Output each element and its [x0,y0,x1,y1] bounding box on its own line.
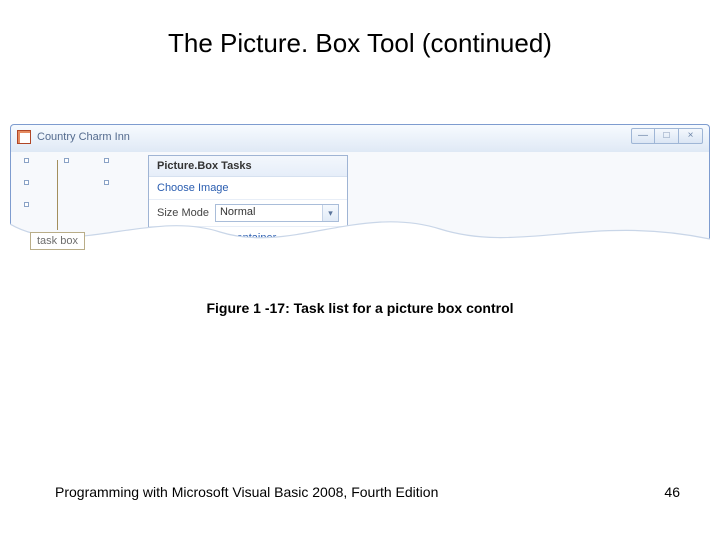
choose-image-link[interactable]: Choose Image [149,177,347,200]
size-mode-value: Normal [216,205,322,221]
selection-handle[interactable] [64,158,69,163]
minimize-button[interactable]: — [631,128,655,144]
selection-handle[interactable] [24,180,29,185]
app-icon [17,130,31,144]
selection-handle[interactable] [104,158,109,163]
page-number: 46 [664,484,680,500]
slide-title: The Picture. Box Tool (continued) [0,0,720,59]
callout-label: task box [30,232,85,250]
app-window-body [10,152,710,252]
picturebox-tasks-panel: Picture.Box Tasks Choose Image Size Mode… [148,155,348,250]
size-mode-row: Size Mode Normal ▾ [149,200,347,227]
selection-handle[interactable] [24,202,29,207]
figure-caption: Figure 1 -17: Task list for a picture bo… [0,300,720,316]
selection-handle[interactable] [24,158,29,163]
size-mode-combobox[interactable]: Normal ▾ [215,204,339,222]
maximize-button[interactable]: □ [655,128,679,144]
dock-in-parent-link[interactable]: Dock in parent container [149,227,347,249]
tasks-panel-header: Picture.Box Tasks [149,156,347,177]
window-title: Country Charm Inn [37,131,130,143]
size-mode-label: Size Mode [157,207,209,219]
selection-handle[interactable] [104,180,109,185]
chevron-down-icon[interactable]: ▾ [322,205,338,221]
app-window-titlebar: Country Charm Inn — □ × [10,124,710,152]
figure-screenshot: Country Charm Inn — □ × Picture.Box Task… [10,124,710,269]
callout-leader-line [57,160,58,230]
close-button[interactable]: × [679,128,703,144]
window-buttons: — □ × [631,128,703,144]
footer-text: Programming with Microsoft Visual Basic … [55,484,438,500]
